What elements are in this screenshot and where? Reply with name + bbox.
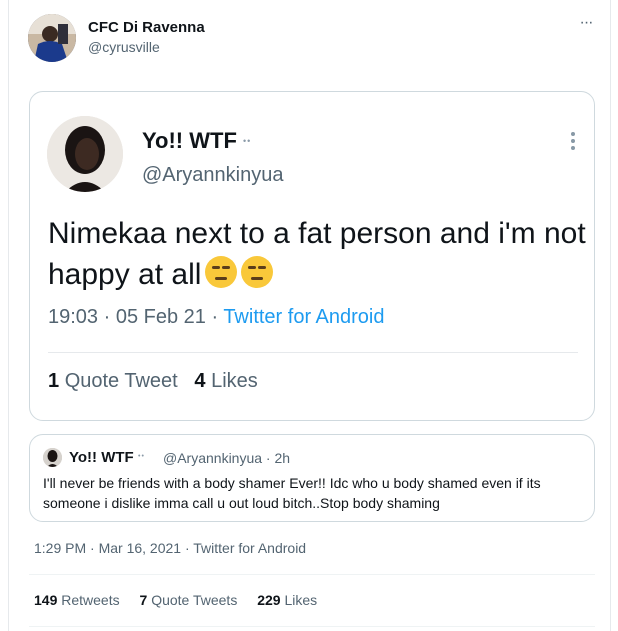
unamused-face-icon [205,256,238,288]
embedded-meta: 19:03 · 05 Feb 21 · Twitter for Android [48,306,385,329]
embedded-quote-count: 1 [48,370,60,392]
quoted-tweet-card[interactable]: Yo!! WTF •• @Aryannkinyua · 2h I'll neve… [29,434,595,522]
quoted-name: Yo!! WTF [69,449,134,466]
quoted-avatar [43,448,62,467]
unamused-face-icon [241,256,274,288]
embedded-tweet-text: Nimekaa next to a fat person and i'm not… [48,213,588,295]
divider [29,574,595,575]
embedded-source: Twitter for Android [223,306,385,328]
embedded-quote-label: Quote Tweet [64,370,178,392]
embedded-stats: 1 Quote Tweet 4 Likes [48,370,258,393]
likes-label: Likes [284,592,318,608]
embedded-tweet-screenshot: Yo!! WTF •• @Aryannkinyua Nimekaa next t… [29,91,595,421]
retweets-stat[interactable]: 149 Retweets [34,592,120,608]
retweets-count: 149 [34,592,58,608]
author-name[interactable]: CFC Di Ravenna [88,19,205,36]
likes-count: 229 [257,592,281,608]
quote-tweets-label: Quote Tweets [151,592,238,608]
quoted-handle-time: @Aryannkinyua · 2h [163,450,291,466]
embedded-likes-count: 4 [194,370,206,392]
quoted-tweet-text: I'll never be friends with a body shamer… [43,475,541,511]
embedded-text-body: Nimekaa next to a fat person and i'm not… [48,217,586,291]
embedded-name: Yo!! WTF [142,128,237,153]
divider [48,352,578,353]
quote-tweets-count: 7 [139,592,148,608]
author-handle[interactable]: @cyrusville [88,39,160,55]
quote-tweets-stat[interactable]: 7 Quote Tweets [140,592,238,608]
embedded-likes-label: Likes [211,370,258,392]
author-avatar[interactable] [28,14,76,62]
vertical-more-icon [568,132,578,154]
eyes-emoji-icon: •• [243,136,252,146]
embedded-time: 19:03 · 05 Feb 21 · [48,306,224,328]
embedded-handle: @Aryannkinyua [142,164,284,186]
embedded-avatar [47,116,123,192]
retweets-label: Retweets [61,592,120,608]
tweet-timestamp[interactable]: 1:29 PM · Mar 16, 2021 · Twitter for And… [34,540,306,556]
divider [29,626,595,627]
eyes-emoji-icon: •• [138,453,145,460]
likes-stat[interactable]: 229 Likes [257,592,317,608]
more-options-icon[interactable]: ··· [576,15,596,34]
tweet-stats: 149 Retweets 7 Quote Tweets 229 Likes [34,592,317,608]
